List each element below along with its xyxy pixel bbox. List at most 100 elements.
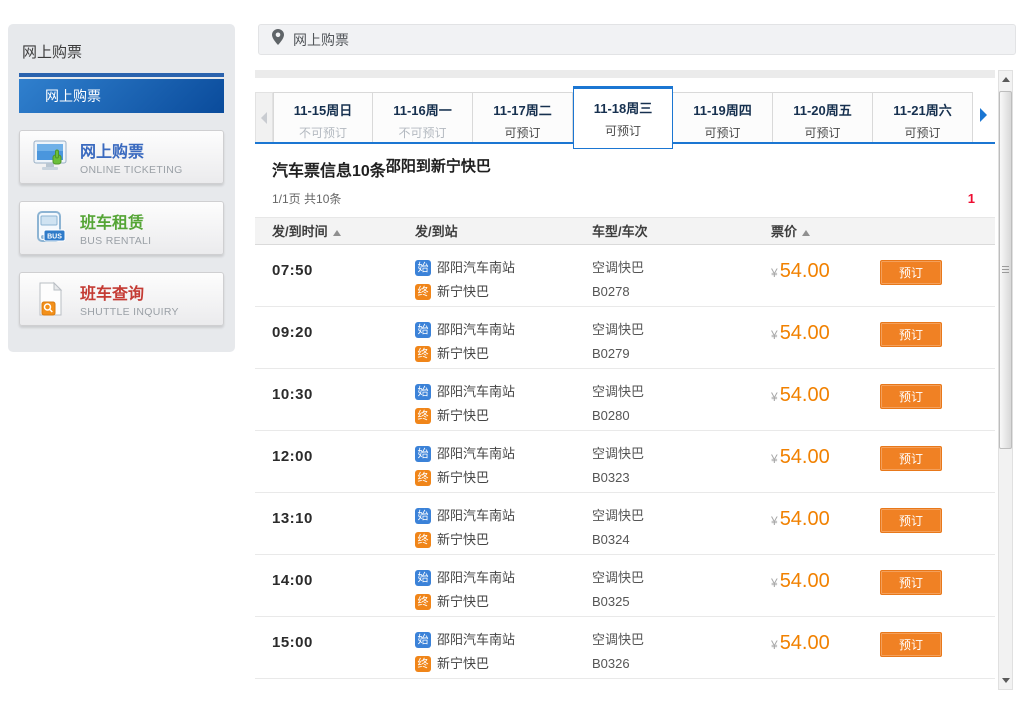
currency-symbol: ¥ <box>771 328 778 342</box>
bus-type: 空调快巴 <box>592 628 771 652</box>
destination-station: 新宁快巴 <box>437 346 489 361</box>
currency-symbol: ¥ <box>771 638 778 652</box>
table-row: 13:10 始邵阳汽车南站 终新宁快巴 空调快巴 B0324 ¥54.00 预订 <box>255 493 995 555</box>
origin-station: 邵阳汽车南站 <box>437 632 515 647</box>
page-number[interactable]: 1 <box>968 191 975 206</box>
column-header-price[interactable]: 票价 <box>771 218 880 246</box>
bus-type-cell: 空调快巴 B0326 <box>592 617 771 678</box>
sidebar-divider <box>19 73 224 77</box>
destination-badge: 终 <box>415 408 431 424</box>
column-header-label: 发/到站 <box>415 224 458 239</box>
sidebar-item-text: 网上购票 ONLINE TICKETING <box>80 138 183 176</box>
currency-symbol: ¥ <box>771 266 778 280</box>
sidebar-item-bus-rental[interactable]: BUS 班车租赁 BUS RENTALI <box>19 201 224 255</box>
scroll-down-button[interactable] <box>999 673 1012 688</box>
bus-type-cell: 空调快巴 B0279 <box>592 307 771 368</box>
price-cell: ¥54.00 <box>771 245 880 306</box>
column-header-time[interactable]: 发/到时间 <box>272 218 415 246</box>
currency-symbol: ¥ <box>771 576 778 590</box>
tab-date: 11-20周五 <box>773 100 872 119</box>
date-tab[interactable]: 11-19周四 可预订 <box>673 92 773 144</box>
tab-date: 11-19周四 <box>673 100 772 119</box>
stations-cell: 始邵阳汽车南站 终新宁快巴 <box>415 369 592 430</box>
destination-station: 新宁快巴 <box>437 656 489 671</box>
date-tab[interactable]: 11-15周日 不可预订 <box>273 92 373 144</box>
sidebar-item-online-ticketing[interactable]: 网上购票 ONLINE TICKETING <box>19 130 224 184</box>
bus-type: 空调快巴 <box>592 318 771 342</box>
date-tab[interactable]: 11-16周一 不可预订 <box>373 92 473 144</box>
tabs-next-button[interactable] <box>973 86 993 144</box>
date-tab[interactable]: 11-18周三 可预订 <box>573 86 673 149</box>
sidebar: 网上购票 网上购票 网上购票 ONLINE TICKE <box>8 24 235 352</box>
book-button[interactable]: 预订 <box>880 322 942 347</box>
tab-status: 可预订 <box>873 124 972 141</box>
bus-type-cell: 空调快巴 B0325 <box>592 555 771 616</box>
price-cell: ¥54.00 <box>771 431 880 492</box>
table-row: 14:00 始邵阳汽车南站 终新宁快巴 空调快巴 B0325 ¥54.00 预订 <box>255 555 995 617</box>
tab-status: 可预订 <box>673 124 772 141</box>
book-button[interactable]: 预订 <box>880 384 942 409</box>
ticket-price: 54.00 <box>780 570 830 592</box>
table-row: 15:00 始邵阳汽车南站 终新宁快巴 空调快巴 B0326 ¥54.00 预订 <box>255 617 995 679</box>
bus-number: B0326 <box>592 652 771 676</box>
monitor-icon <box>28 139 72 175</box>
stations-cell: 始邵阳汽车南站 终新宁快巴 <box>415 617 592 678</box>
arrow-down-icon <box>1002 678 1010 683</box>
sidebar-item-shuttle-inquiry[interactable]: 班车查询 SHUTTLE INQUIRY <box>19 272 224 326</box>
ticket-price: 54.00 <box>780 508 830 530</box>
sidebar-item-text: 班车租赁 BUS RENTALI <box>80 209 151 247</box>
column-header-stations: 发/到站 <box>415 218 592 246</box>
currency-symbol: ¥ <box>771 452 778 466</box>
departure-time: 07:50 <box>272 245 415 306</box>
tab-date: 11-16周一 <box>373 100 472 119</box>
breadcrumb: 网上购票 <box>293 30 349 50</box>
origin-badge: 始 <box>415 384 431 400</box>
results-title-row: 汽车票信息10条邵阳到新宁快巴 <box>272 157 995 181</box>
tab-date: 11-21周六 <box>873 100 972 119</box>
map-pin-icon <box>271 28 285 51</box>
origin-station: 邵阳汽车南站 <box>437 384 515 399</box>
page: 网上购票 网上购票 网上购票 ONLINE TICKE <box>0 0 1026 716</box>
date-tab[interactable]: 11-17周二 可预订 <box>473 92 573 144</box>
scroll-up-button[interactable] <box>999 72 1012 87</box>
book-button[interactable]: 预订 <box>880 570 942 595</box>
tabs-prev-button[interactable] <box>255 92 273 144</box>
book-button[interactable]: 预订 <box>880 632 942 657</box>
destination-station: 新宁快巴 <box>437 532 489 547</box>
sidebar-active-item[interactable]: 网上购票 <box>19 79 224 113</box>
origin-badge: 始 <box>415 260 431 276</box>
results-count-title: 汽车票信息10条 <box>272 163 386 180</box>
bus-number: B0280 <box>592 404 771 428</box>
date-tab[interactable]: 11-20周五 可预订 <box>773 92 873 144</box>
column-header-bus-type: 车型/车次 <box>592 218 771 246</box>
destination-station: 新宁快巴 <box>437 284 489 299</box>
bus-type-cell: 空调快巴 B0278 <box>592 245 771 306</box>
bus-icon: BUS <box>28 209 72 247</box>
price-cell: ¥54.00 <box>771 617 880 678</box>
origin-badge: 始 <box>415 322 431 338</box>
sort-asc-icon <box>333 230 341 236</box>
ticket-price: 54.00 <box>780 260 830 282</box>
book-button[interactable]: 预订 <box>880 260 942 285</box>
ticket-table: 07:50 始邵阳汽车南站 终新宁快巴 空调快巴 B0278 ¥54.00 预订… <box>255 245 995 679</box>
book-button[interactable]: 预订 <box>880 508 942 533</box>
book-button[interactable]: 预订 <box>880 446 942 471</box>
date-tab[interactable]: 11-21周六 可预订 <box>873 92 973 144</box>
origin-station: 邵阳汽车南站 <box>437 322 515 337</box>
column-header-label: 票价 <box>771 224 797 239</box>
bus-type-cell: 空调快巴 B0324 <box>592 493 771 554</box>
sidebar-item-label: 班车查询 <box>80 280 179 304</box>
stations-cell: 始邵阳汽车南站 终新宁快巴 <box>415 555 592 616</box>
scrollbar-thumb[interactable] <box>999 91 1012 449</box>
page-info: 1/1页 共10条 <box>272 190 341 207</box>
departure-time: 15:00 <box>272 617 415 678</box>
column-header-label: 发/到时间 <box>272 224 328 239</box>
departure-time: 10:30 <box>272 369 415 430</box>
origin-station: 邵阳汽车南站 <box>437 446 515 461</box>
arrow-up-icon <box>1002 77 1010 82</box>
scrollbar[interactable] <box>998 70 1013 690</box>
destination-badge: 终 <box>415 284 431 300</box>
destination-badge: 终 <box>415 532 431 548</box>
origin-badge: 始 <box>415 570 431 586</box>
tab-date: 11-15周日 <box>274 100 372 119</box>
